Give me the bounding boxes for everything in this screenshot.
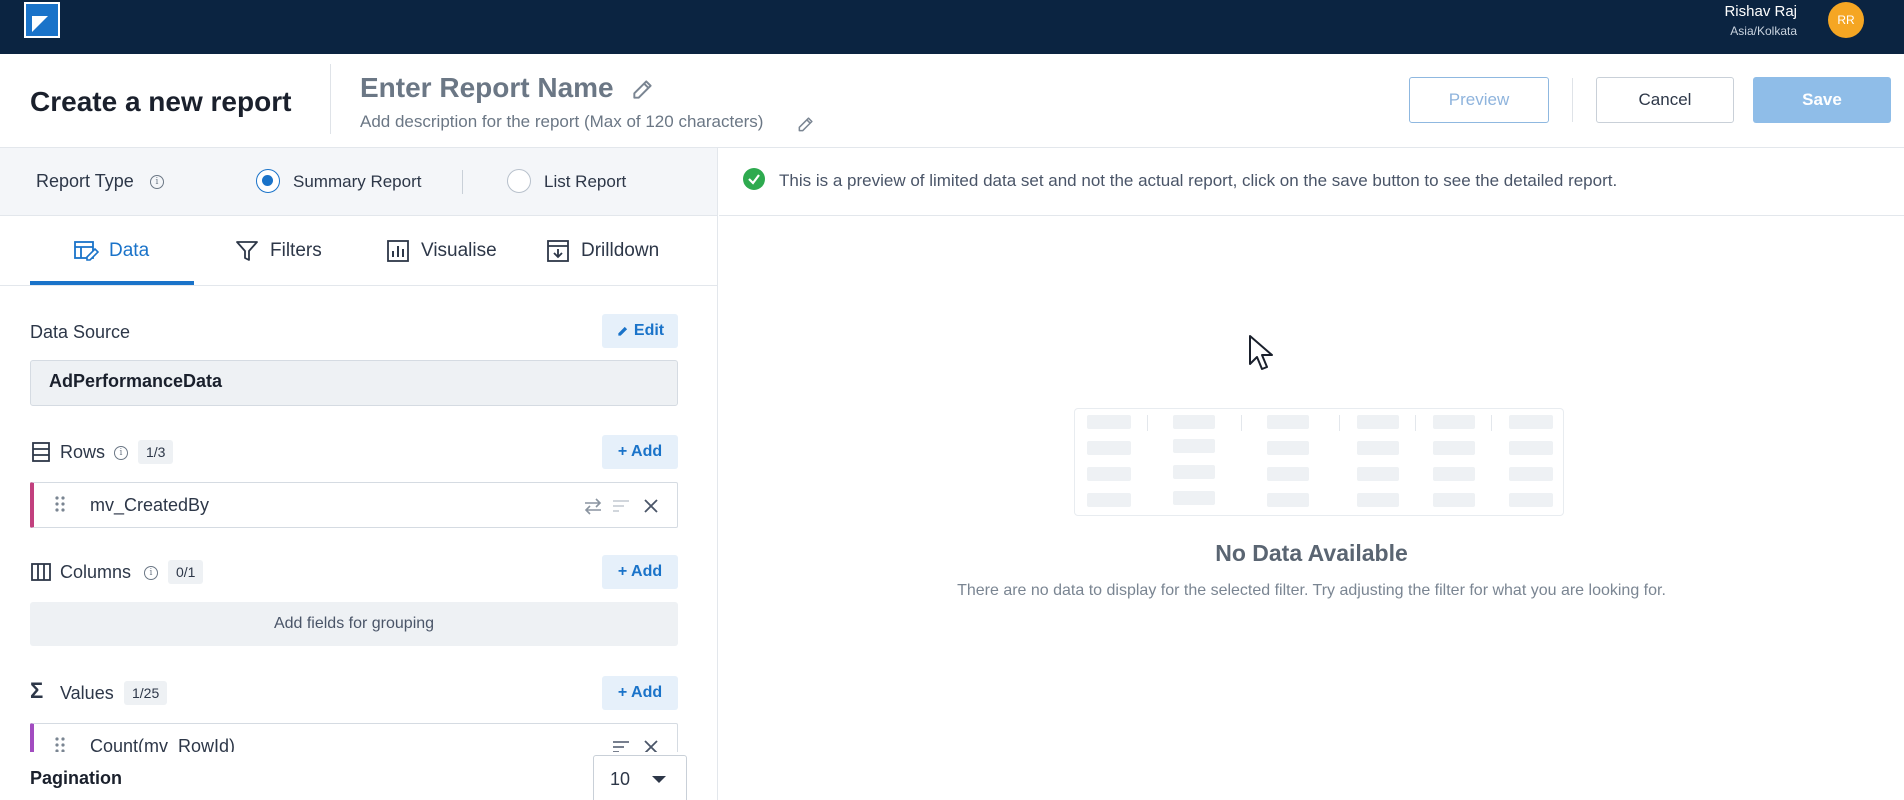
tab-filters[interactable]: Filters xyxy=(234,216,322,286)
tab-visualise[interactable]: Visualise xyxy=(385,216,497,286)
values-label: Values xyxy=(60,683,114,703)
columns-info-icon[interactable]: i xyxy=(144,566,158,580)
report-type-bar: Report Type i Summary Report List Report xyxy=(0,148,717,216)
pagination-select[interactable]: 10 xyxy=(593,755,687,800)
sigma-icon: Σ xyxy=(30,678,44,703)
columns-icon xyxy=(31,563,51,581)
report-name-input[interactable]: Enter Report Name xyxy=(360,72,614,104)
tab-data-label: Data xyxy=(109,240,150,261)
tab-visualise-label: Visualise xyxy=(421,240,497,261)
remove-row-icon[interactable] xyxy=(640,495,662,517)
report-description-input[interactable]: Add description for the report (Max of 1… xyxy=(360,112,763,132)
top-navigation-bar: Rishav Raj Asia/Kolkata RR xyxy=(0,0,1904,54)
bar-chart-icon xyxy=(387,240,409,262)
active-tab-indicator xyxy=(30,281,194,285)
summary-report-radio[interactable] xyxy=(256,169,280,193)
mouse-cursor-icon xyxy=(1249,335,1273,370)
row-field-name: mv_CreatedBy xyxy=(90,495,210,515)
chevron-down-icon xyxy=(652,776,666,783)
empty-table-illustration xyxy=(1074,408,1564,516)
user-name: Rishav Raj xyxy=(1724,3,1797,20)
cancel-button[interactable]: Cancel xyxy=(1596,77,1734,123)
user-timezone: Asia/Kolkata xyxy=(1730,24,1797,38)
pagination-label: Pagination xyxy=(30,768,123,788)
columns-count-badge: 0/1 xyxy=(168,560,204,584)
report-type-separator xyxy=(462,170,463,194)
rows-icon xyxy=(32,442,50,462)
app-logo[interactable] xyxy=(24,2,60,38)
rows-label: Rows xyxy=(60,442,106,462)
config-tabs: Data Filters Visualise Drilldown xyxy=(0,216,717,286)
columns-label: Columns xyxy=(60,562,132,582)
rows-info-icon[interactable]: i xyxy=(114,446,128,460)
no-data-subtitle: There are no data to display for the sel… xyxy=(957,582,1666,599)
drilldown-icon xyxy=(547,240,569,262)
edit-report-name-icon[interactable] xyxy=(630,76,656,102)
no-data-title: No Data Available xyxy=(1215,540,1408,566)
sort-icon[interactable] xyxy=(610,495,632,517)
data-source-label: Data Source xyxy=(30,322,131,342)
button-divider xyxy=(1572,78,1573,122)
list-report-radio[interactable] xyxy=(507,169,531,193)
filter-icon xyxy=(236,241,258,261)
user-avatar[interactable]: RR xyxy=(1828,2,1864,38)
tab-drilldown-label: Drilldown xyxy=(581,240,660,261)
drag-handle-icon[interactable] xyxy=(54,495,66,513)
tab-filters-label: Filters xyxy=(270,240,322,261)
preview-notice: This is a preview of limited data set an… xyxy=(719,148,1904,216)
pagination-value: 10 xyxy=(610,769,631,789)
values-count-badge: 1/25 xyxy=(124,681,168,705)
report-type-label: Report Type xyxy=(36,171,134,191)
pencil-icon xyxy=(618,326,627,336)
report-type-info-icon[interactable]: i xyxy=(150,175,164,189)
list-report-label[interactable]: List Report xyxy=(544,172,626,192)
edit-data-source-button[interactable]: Edit xyxy=(602,314,678,348)
header-divider xyxy=(330,64,331,134)
preview-button[interactable]: Preview xyxy=(1409,77,1549,123)
swap-icon[interactable] xyxy=(582,495,604,517)
row-field-item[interactable]: mv_CreatedBy xyxy=(30,482,678,528)
edit-description-icon[interactable] xyxy=(796,114,816,134)
tab-data[interactable]: Data xyxy=(73,216,149,286)
report-preview-panel: This is a preview of limited data set an… xyxy=(719,148,1904,800)
data-source-field[interactable]: AdPerformanceData xyxy=(30,360,678,406)
pagination-bar: Pagination 10 xyxy=(0,752,717,800)
report-config-panel: Report Type i Summary Report List Report… xyxy=(0,148,718,800)
tab-drilldown[interactable]: Drilldown xyxy=(545,216,659,286)
columns-drop-zone[interactable]: Add fields for grouping xyxy=(30,602,678,646)
report-header: Create a new report Enter Report Name Ad… xyxy=(0,54,1904,148)
data-table-icon xyxy=(74,241,99,261)
preview-notice-text: This is a preview of limited data set an… xyxy=(779,171,1618,190)
summary-report-label[interactable]: Summary Report xyxy=(293,172,421,192)
add-column-button[interactable]: + Add xyxy=(602,555,678,589)
save-button[interactable]: Save xyxy=(1753,77,1891,123)
add-row-button[interactable]: + Add xyxy=(602,435,678,469)
edit-data-source-label: Edit xyxy=(633,322,665,339)
check-circle-icon xyxy=(743,168,765,190)
rows-count-badge: 1/3 xyxy=(138,440,174,464)
add-value-button[interactable]: + Add xyxy=(602,676,678,710)
page-title: Create a new report xyxy=(30,86,292,117)
